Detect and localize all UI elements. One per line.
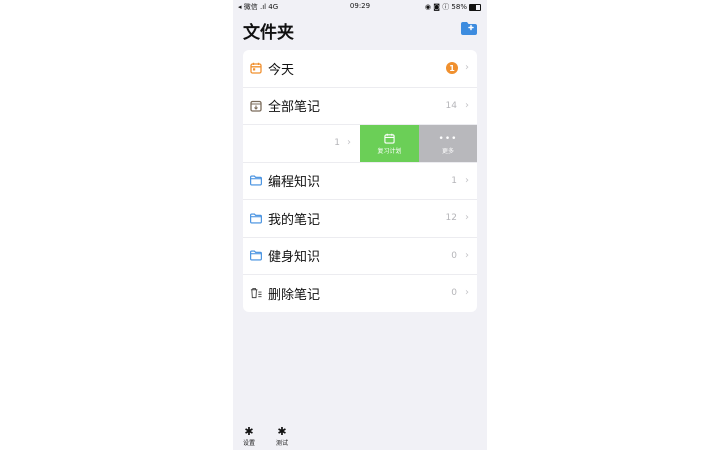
page-title: 文件夹	[243, 23, 294, 43]
gear-icon: ✱	[244, 425, 254, 438]
chevron-right-icon: ›	[347, 137, 351, 149]
tab-settings-label: 设置	[242, 440, 255, 447]
folder-icon	[250, 175, 262, 187]
chevron-right-icon: ›	[465, 174, 469, 186]
note-count: 0	[451, 250, 457, 261]
status-bar: ◂ 微信 .ıl 4G 09:29 ◉ ◙ ⓘ 58%	[233, 0, 487, 12]
battery-icon	[469, 3, 481, 11]
folder-row-fitness[interactable]: 健身知识 0 ›	[243, 238, 477, 275]
folder-list: 今天 1 › 全部笔记 14 › 1 › 复习计划 ••• 更多 编程知识 1 …	[243, 50, 477, 312]
folder-label: 今天	[268, 62, 295, 78]
tab-bar: ✱ 设置 ✱ 测试	[233, 420, 487, 450]
folder-label: 删除笔记	[268, 287, 321, 303]
chevron-right-icon: ›	[465, 212, 469, 224]
calendar-icon	[384, 132, 395, 146]
tab-settings[interactable]: ✱ 设置	[238, 425, 260, 448]
review-plan-button[interactable]: 复习计划	[360, 125, 419, 162]
folder-row-all-notes[interactable]: 全部笔记 14 ›	[243, 88, 477, 125]
folder-label: 我的笔记	[268, 212, 321, 228]
calendar-icon	[250, 62, 262, 74]
chevron-right-icon: ›	[465, 287, 469, 299]
note-count: 0	[451, 288, 457, 299]
note-count: 12	[445, 213, 457, 224]
folder-row-my-notes[interactable]: 我的笔记 12 ›	[243, 200, 477, 238]
status-right: ◉ ◙ ⓘ 58%	[425, 2, 481, 12]
folder-label: 健身知识	[268, 250, 321, 266]
folder-label: 全部笔记	[268, 100, 321, 116]
folder-row-programming[interactable]: 编程知识 1 ›	[243, 163, 477, 200]
archive-icon	[250, 100, 262, 112]
note-count: 1	[334, 138, 340, 149]
folder-icon	[250, 250, 262, 262]
trash-icon	[250, 287, 262, 299]
folder-icon	[250, 212, 262, 224]
add-folder-icon[interactable]	[461, 22, 477, 35]
chevron-right-icon: ›	[465, 99, 469, 111]
chevron-right-icon: ›	[465, 62, 469, 74]
tab-test-label: 测试	[275, 440, 288, 447]
more-dots-icon: •••	[438, 133, 458, 144]
phone-screen: ◂ 微信 .ıl 4G 09:29 ◉ ◙ ⓘ 58% 文件夹 今天 1 › 全…	[233, 0, 487, 450]
folder-row-today[interactable]: 今天 1 ›	[243, 50, 477, 88]
gear-icon: ✱	[277, 425, 287, 438]
review-plan-label: 复习计划	[377, 147, 402, 155]
note-count: 14	[445, 100, 457, 111]
folder-row-deleted[interactable]: 删除笔记 0 ›	[243, 275, 477, 312]
tab-test[interactable]: ✱ 测试	[271, 425, 293, 448]
note-count: 1	[451, 175, 457, 186]
more-button[interactable]: ••• 更多	[419, 125, 477, 162]
folder-label: 编程知识	[268, 175, 321, 191]
unread-badge: 1	[446, 62, 458, 75]
status-indicators: ◉ ◙ ⓘ 58%	[424, 3, 467, 11]
more-label: 更多	[441, 147, 454, 155]
chevron-right-icon: ›	[465, 249, 469, 261]
folder-row-swiped[interactable]: 1 › 复习计划 ••• 更多	[243, 125, 477, 163]
